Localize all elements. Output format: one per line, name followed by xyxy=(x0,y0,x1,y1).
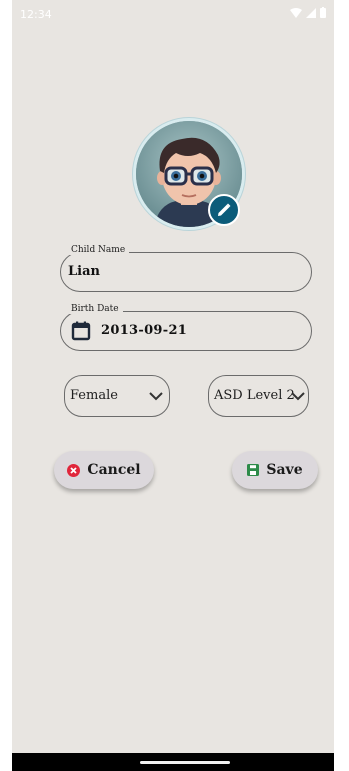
edit-avatar-button[interactable] xyxy=(208,194,240,226)
status-icons xyxy=(290,7,326,18)
signal-icon xyxy=(306,7,316,18)
status-bar: 12:34 xyxy=(12,0,334,28)
birth-date-field[interactable]: Birth Date 2013-09-21 xyxy=(60,304,312,351)
child-name-label: Child Name xyxy=(67,245,130,255)
battery-icon xyxy=(320,7,326,18)
birth-date-label: Birth Date xyxy=(67,304,123,314)
app-screen: 12:34 Child Name Lian Birth Date 2013-09… xyxy=(12,0,334,771)
status-time: 12:34 xyxy=(20,8,52,21)
gender-value: Female xyxy=(70,388,118,403)
gender-select[interactable]: Female xyxy=(64,375,170,417)
calendar-icon[interactable] xyxy=(71,321,91,341)
profile-avatar-area xyxy=(133,118,245,230)
asd-level-select[interactable]: ASD Level 2 xyxy=(208,375,309,417)
cancel-button[interactable]: Cancel xyxy=(54,451,154,489)
birth-date-input[interactable]: 2013-09-21 xyxy=(101,323,187,338)
save-icon xyxy=(247,464,260,476)
cancel-icon xyxy=(67,463,81,477)
save-label: Save xyxy=(266,462,303,478)
chevron-down-icon xyxy=(149,392,163,401)
child-name-field[interactable]: Child Name Lian xyxy=(60,245,312,292)
asd-level-value: ASD Level 2 xyxy=(214,388,295,403)
child-name-input[interactable]: Lian xyxy=(68,264,100,279)
navigation-bar xyxy=(12,753,334,771)
save-button[interactable]: Save xyxy=(232,451,318,489)
home-gesture-handle[interactable] xyxy=(140,761,230,764)
pencil-icon xyxy=(218,203,231,216)
wifi-icon xyxy=(290,7,302,18)
cancel-label: Cancel xyxy=(87,462,141,478)
chevron-down-icon xyxy=(291,392,305,401)
